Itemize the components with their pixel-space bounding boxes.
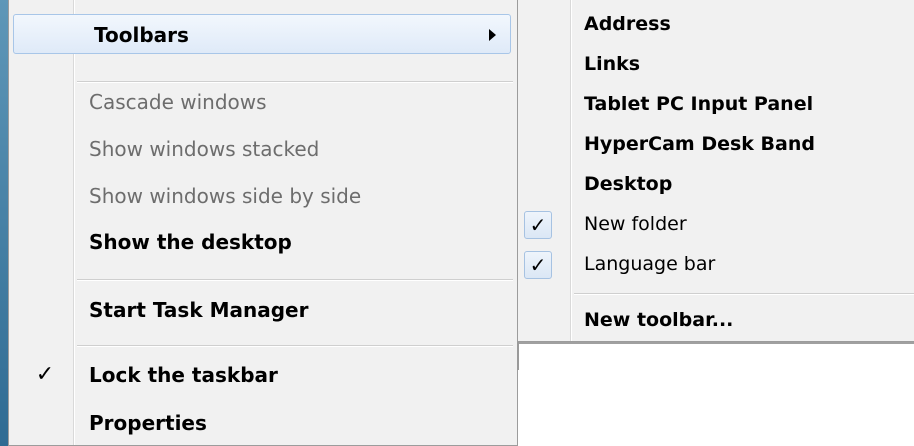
menu-item-label: Links (584, 53, 641, 75)
menu-item-label: Toolbars (94, 23, 189, 47)
submenu-item-address[interactable]: Address (518, 4, 914, 44)
menu-item-label: New folder (584, 213, 687, 235)
menu-item-label: Properties (89, 411, 207, 435)
submenu-item-desktop[interactable]: Desktop (518, 164, 914, 204)
menu-item-label: Tablet PC Input Panel (584, 93, 814, 115)
menu-item-label: Cascade windows (89, 90, 267, 114)
menu-item-label: Address (584, 13, 671, 35)
menu-item-label: New toolbar... (584, 309, 734, 331)
menu-separator (77, 345, 513, 346)
menu-item-label: Language bar (584, 253, 716, 275)
menu-item-start-task-manager[interactable]: Start Task Manager (9, 290, 517, 330)
submenu-item-links[interactable]: Links (518, 44, 914, 84)
menu-item-cascade-windows[interactable]: Cascade windows (9, 82, 517, 122)
menu-item-toolbars[interactable]: Toolbars (13, 14, 511, 54)
taskbar-context-menu: Toolbars Cascade windows Show windows st… (8, 0, 518, 446)
menu-item-show-windows-side-by-side[interactable]: Show windows side by side (9, 176, 517, 216)
submenu-item-hypercam-desk-band[interactable]: HyperCam Desk Band (518, 124, 914, 164)
menu-separator (77, 279, 513, 280)
submenu-item-language-bar[interactable]: Language bar (518, 244, 914, 284)
menu-item-label: Lock the taskbar (89, 363, 278, 387)
submenu-item-tablet-pc-input-panel[interactable]: Tablet PC Input Panel (518, 84, 914, 124)
desktop-edge-tick (517, 342, 519, 370)
chevron-right-icon (489, 29, 496, 41)
menu-item-show-windows-stacked[interactable]: Show windows stacked (9, 129, 517, 169)
menu-item-label: HyperCam Desk Band (584, 133, 815, 155)
menu-separator (574, 293, 914, 294)
submenu-item-new-folder[interactable]: New folder (518, 204, 914, 244)
submenu-item-new-toolbar[interactable]: New toolbar... (518, 300, 914, 340)
menu-item-properties[interactable]: Properties (9, 403, 517, 443)
desktop-edge-line (517, 342, 914, 344)
taskbar-edge (0, 0, 8, 446)
menu-item-label: Show the desktop (89, 230, 292, 254)
toolbars-submenu: Address Links Tablet PC Input Panel Hype… (517, 0, 914, 342)
menu-item-show-the-desktop[interactable]: Show the desktop (9, 222, 517, 262)
menu-item-label: Show windows stacked (89, 137, 320, 161)
menu-item-label: Show windows side by side (89, 184, 362, 208)
menu-item-lock-the-taskbar[interactable]: Lock the taskbar (9, 355, 517, 395)
menu-item-label: Start Task Manager (89, 298, 309, 322)
menu-item-label: Desktop (584, 173, 673, 195)
